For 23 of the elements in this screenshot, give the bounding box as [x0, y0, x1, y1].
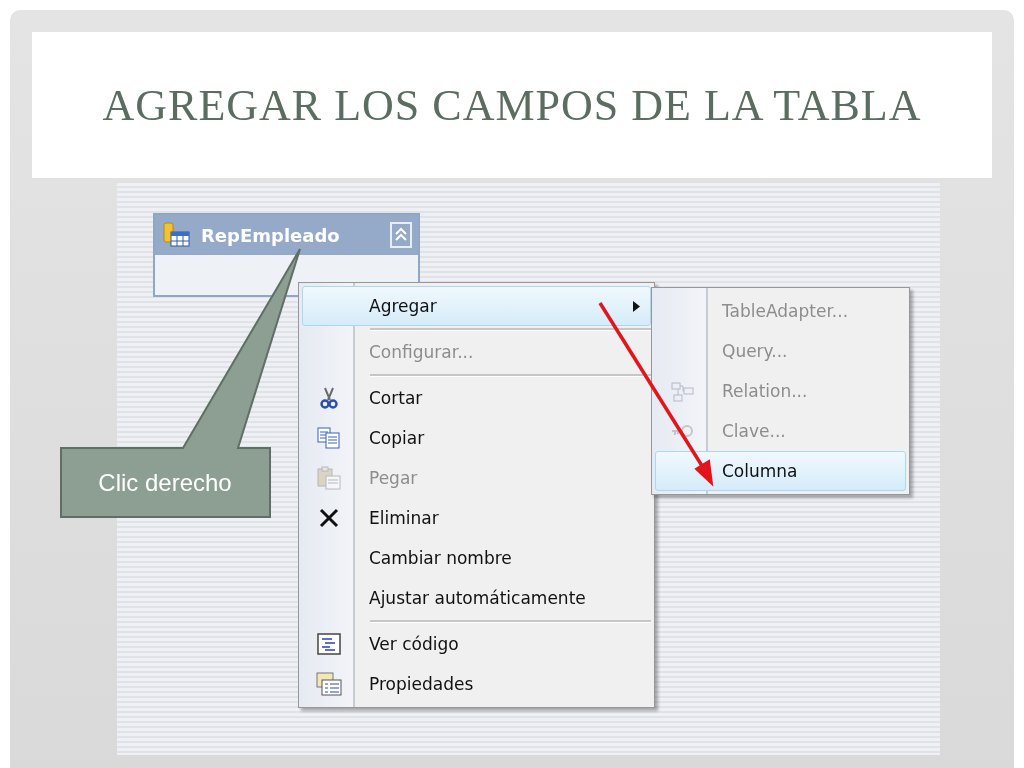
callout-text: Clic derecho — [97, 467, 233, 498]
relation-icon — [669, 379, 695, 403]
menu-item[interactable]: Agregar — [302, 286, 651, 326]
menu-item[interactable]: Cortar — [302, 378, 651, 418]
menu-item[interactable]: Copiar — [302, 418, 651, 458]
delete-icon — [319, 508, 339, 528]
menu-item[interactable]: Cambiar nombre — [302, 538, 651, 578]
code-view-icon — [317, 633, 341, 655]
properties-icon — [316, 672, 342, 696]
menu-item[interactable]: Ajustar automáticamente — [302, 578, 651, 618]
copy-icon — [317, 427, 341, 449]
scissors-icon — [319, 387, 339, 409]
collapse-button[interactable] — [390, 222, 412, 248]
table-name: RepEmpleado — [201, 224, 341, 246]
menu-item[interactable]: Eliminar — [302, 498, 651, 538]
menu-item[interactable]: Propiedades — [302, 664, 651, 704]
submenu-arrow-icon — [633, 301, 640, 312]
slide-title: AGREGAR LOS CAMPOS DE LA TABLA — [101, 79, 923, 132]
table-icon — [163, 222, 191, 248]
collapse-icon — [395, 227, 407, 243]
paste-icon — [317, 466, 341, 490]
menu-item[interactable]: Columna — [655, 451, 906, 491]
menu-item[interactable]: Ver código — [302, 624, 651, 664]
